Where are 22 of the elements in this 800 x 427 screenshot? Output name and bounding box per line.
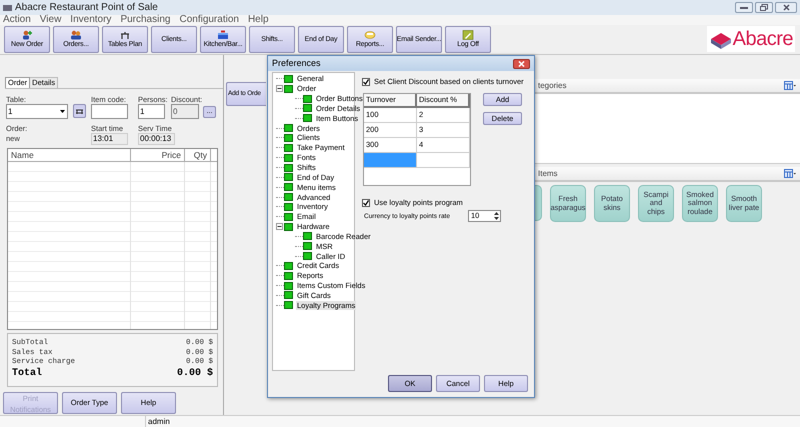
menu-item[interactable]: Purchasing bbox=[120, 14, 170, 26]
menu-item[interactable]: Inventory bbox=[70, 14, 112, 26]
total-value: 0.00 $ bbox=[176, 368, 213, 380]
column-header[interactable]: Price bbox=[131, 149, 185, 161]
panel-title: Items bbox=[538, 168, 558, 180]
menu-item[interactable]: View bbox=[40, 14, 62, 26]
menu-item[interactable]: Help bbox=[248, 14, 269, 26]
menu-item[interactable]: Action bbox=[3, 14, 31, 26]
column-header[interactable]: Qty bbox=[185, 149, 211, 161]
total-label: Total bbox=[12, 368, 42, 380]
logo-text: Abacre bbox=[732, 28, 793, 50]
table-dropdown[interactable]: 1 bbox=[6, 104, 68, 119]
panel-title: tegories bbox=[538, 80, 566, 92]
dialog-title: Preferences bbox=[272, 56, 321, 70]
discount-field: 0 bbox=[171, 104, 199, 119]
window-title: Abacre Restaurant Point of Sale bbox=[15, 2, 158, 14]
status-user: admin bbox=[147, 416, 170, 427]
serv-time-field: 00:00:13 bbox=[138, 133, 175, 145]
menu-item[interactable]: Configuration bbox=[179, 14, 239, 26]
start-time-field: 13:01 bbox=[91, 133, 128, 145]
column-header[interactable]: Name bbox=[8, 149, 131, 161]
persons-field[interactable]: 1 bbox=[138, 104, 165, 119]
